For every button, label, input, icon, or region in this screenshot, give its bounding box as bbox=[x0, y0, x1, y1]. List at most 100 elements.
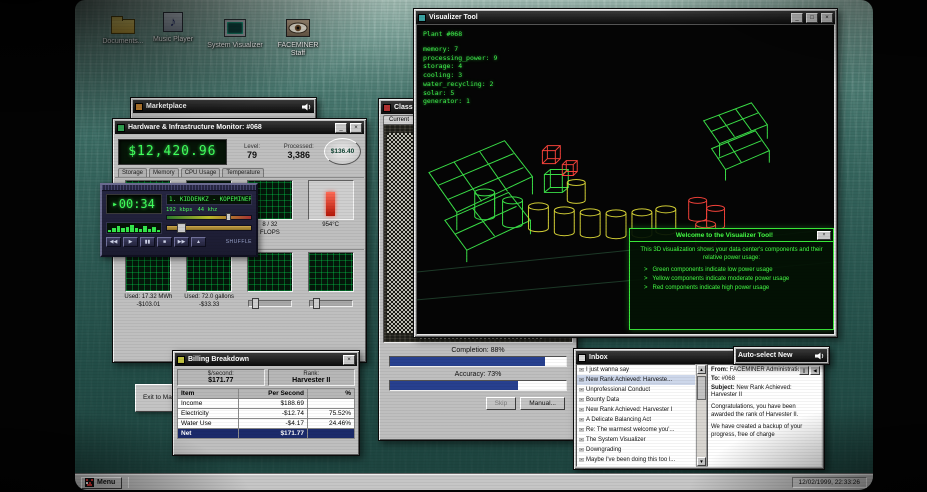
minimize-button[interactable]: _ bbox=[791, 12, 803, 23]
music-note-icon: ♪ bbox=[163, 12, 183, 32]
thermometer-fill bbox=[326, 191, 336, 216]
play-button[interactable]: ▶ bbox=[123, 237, 138, 247]
reading-pane: || ◀ From: FACEMINER Administration To: … bbox=[707, 364, 822, 467]
list-item-selected[interactable]: ✉ New Rank Achieved: Harveste... bbox=[577, 375, 695, 385]
completion-label: Completion: 88% bbox=[451, 347, 505, 354]
visualizer-window: Visualizer Tool _ □ × Plant #068 memory:… bbox=[413, 8, 838, 338]
minimize-button[interactable]: _ bbox=[335, 122, 347, 133]
na-slider-2[interactable] bbox=[308, 298, 353, 309]
maximize-button[interactable]: □ bbox=[806, 12, 818, 23]
previous-message-button[interactable]: ◀ bbox=[810, 366, 820, 375]
table-row: Water Use -$4.17 24.46% bbox=[177, 418, 356, 429]
message-body: We have created a backup of your progres… bbox=[711, 423, 803, 438]
seek-slider[interactable] bbox=[166, 223, 252, 233]
envelope-icon: ✉ bbox=[579, 457, 585, 464]
folder-icon bbox=[111, 16, 135, 34]
per-second-cell: $/second: $171.77 bbox=[177, 369, 265, 386]
list-item[interactable]: ✉ A Delicate Balancing Act bbox=[577, 415, 695, 425]
desktop-icon-music-player[interactable]: ♪ Music Player bbox=[145, 10, 201, 44]
eject-button[interactable]: ▲ bbox=[191, 237, 206, 247]
classified-window-icon bbox=[383, 103, 391, 112]
previous-track-button[interactable]: ◀◀ bbox=[106, 237, 121, 247]
pause-autoselect-button[interactable]: || bbox=[799, 366, 809, 375]
welcome-dialog-title: Welcome to the Visualizer Tool! bbox=[675, 231, 774, 239]
monitor-titlebar[interactable]: Hardware & Infrastructure Monitor: #068 … bbox=[115, 121, 364, 134]
visualizer-3d-view[interactable]: Plant #068 memory: 7 processing_power: 9… bbox=[416, 24, 835, 335]
pause-button[interactable]: ▮▮ bbox=[140, 237, 155, 247]
window-title: Hardware & Infrastructure Monitor: #068 bbox=[128, 124, 262, 131]
list-item[interactable]: ✉ The System Visualizer bbox=[577, 435, 695, 445]
message-list: ✉ I just wanna say ✉ New Rank Achieved: Ha… bbox=[576, 364, 696, 467]
volume-slider[interactable] bbox=[166, 213, 252, 220]
na-display-1 bbox=[246, 252, 293, 292]
envelope-icon: ✉ bbox=[579, 397, 585, 404]
welcome-intro: This 3D visualization shows your data ce… bbox=[640, 247, 823, 262]
accuracy-label: Accuracy: 73% bbox=[454, 371, 502, 378]
window-title: Billing Breakdown bbox=[188, 356, 250, 363]
visualizer-titlebar[interactable]: Visualizer Tool _ □ × bbox=[416, 11, 835, 24]
welcome-dialog: Welcome to the Visualizer Tool! × This 3… bbox=[629, 228, 834, 330]
tab-storage[interactable]: Storage bbox=[118, 168, 148, 177]
close-button[interactable]: × bbox=[821, 12, 833, 23]
billing-titlebar[interactable]: Billing Breakdown × bbox=[175, 353, 357, 366]
list-item[interactable]: ✉ Re: The warmest welcome you'... bbox=[577, 425, 695, 435]
marketplace-titlebar[interactable]: Marketplace bbox=[133, 100, 314, 113]
billing-window: Billing Breakdown × $/second: $171.77 Ra… bbox=[172, 350, 360, 456]
taskbar: Menu 12/02/1999, 22:33:26 bbox=[75, 474, 873, 490]
list-item[interactable]: ✉ I just wanna say bbox=[577, 365, 695, 375]
collect-rate-button[interactable]: $136.40 bbox=[324, 138, 361, 165]
eye-photo-icon bbox=[286, 19, 310, 37]
window-title: Inbox bbox=[589, 354, 608, 361]
na-slider-1[interactable] bbox=[247, 298, 292, 309]
na-display-2 bbox=[307, 252, 354, 292]
tab-current[interactable]: Current bbox=[383, 115, 416, 124]
welcome-close-button[interactable]: × bbox=[817, 230, 831, 240]
window-title: Marketplace bbox=[146, 103, 187, 110]
desktop-icon-documents[interactable]: Documents... bbox=[95, 12, 151, 46]
list-item[interactable]: ✉ Bounty Data bbox=[577, 395, 695, 405]
monitor-window-icon bbox=[117, 123, 125, 132]
desktop-icon-system-visualizer[interactable]: System Visualizer bbox=[207, 16, 263, 50]
tab-cpu-usage[interactable]: CPU Usage bbox=[180, 168, 221, 177]
skip-button[interactable]: Skip bbox=[485, 397, 517, 410]
menu-button[interactable]: Menu bbox=[81, 476, 123, 489]
autoselect-titlebar[interactable]: Auto-select New bbox=[736, 349, 827, 362]
temperature-display bbox=[307, 180, 354, 220]
stop-button[interactable]: ■ bbox=[157, 237, 172, 247]
water-caption: Used: 72.0 gallons -$33.33 bbox=[184, 294, 234, 308]
visualizer-window-icon bbox=[418, 13, 426, 22]
icon-label: System Visualizer bbox=[207, 42, 263, 49]
table-row: Electricity -$12.74 75.52% bbox=[177, 408, 356, 419]
shuffle-toggle[interactable]: SHUFFLE bbox=[226, 239, 252, 245]
tab-memory[interactable]: Memory bbox=[149, 168, 179, 177]
close-button[interactable]: × bbox=[350, 122, 362, 133]
scroll-down-button[interactable]: ▼ bbox=[697, 457, 706, 466]
table-row-net: Net $171.77 bbox=[177, 428, 356, 439]
desktop-icon-faceminer-staff[interactable]: FACEMINER Staff bbox=[270, 16, 326, 59]
envelope-icon: ✉ bbox=[579, 367, 585, 374]
list-item[interactable]: ✉ Unprofessional Conduct bbox=[577, 385, 695, 395]
scrollbar-thumb[interactable] bbox=[697, 376, 706, 400]
accuracy-progressbar bbox=[389, 380, 567, 391]
envelope-icon: ✉ bbox=[579, 447, 585, 454]
tab-temperature[interactable]: Temperature bbox=[222, 168, 265, 177]
envelope-icon: ✉ bbox=[579, 427, 585, 434]
envelope-icon: ✉ bbox=[579, 407, 585, 414]
speaker-icon[interactable] bbox=[302, 103, 312, 111]
list-item[interactable]: ✉ New Rank Achieved: Harvester I bbox=[577, 405, 695, 415]
music-player-window: ▶ 00:34 1. KIDDENKZ - KOPEMINER 44:57 19… bbox=[100, 183, 258, 257]
balance-display: $12,420.96 bbox=[118, 138, 227, 165]
scroll-up-button[interactable]: ▲ bbox=[697, 365, 706, 374]
manual-button[interactable]: Manual... bbox=[520, 397, 565, 410]
speaker-icon[interactable] bbox=[815, 352, 825, 360]
close-button[interactable]: × bbox=[343, 354, 355, 365]
next-track-button[interactable]: ▶▶ bbox=[174, 237, 189, 247]
list-item[interactable]: ✉ Downgrading bbox=[577, 445, 695, 455]
window-title: Auto-select New bbox=[738, 352, 793, 359]
inbox-scrollbar[interactable]: ▲ ▼ bbox=[696, 364, 707, 467]
list-item[interactable]: ✉ Maybe I've been doing this too l... bbox=[577, 455, 695, 465]
icon-label: Music Player bbox=[152, 36, 194, 43]
inbox-window-icon bbox=[578, 353, 586, 362]
inbox-window: Inbox ✉ I just wanna say ✉ New Rank Achiev… bbox=[573, 348, 825, 470]
crt-monitor-photo: Documents... ♪ Music Player System Visua… bbox=[0, 0, 927, 492]
